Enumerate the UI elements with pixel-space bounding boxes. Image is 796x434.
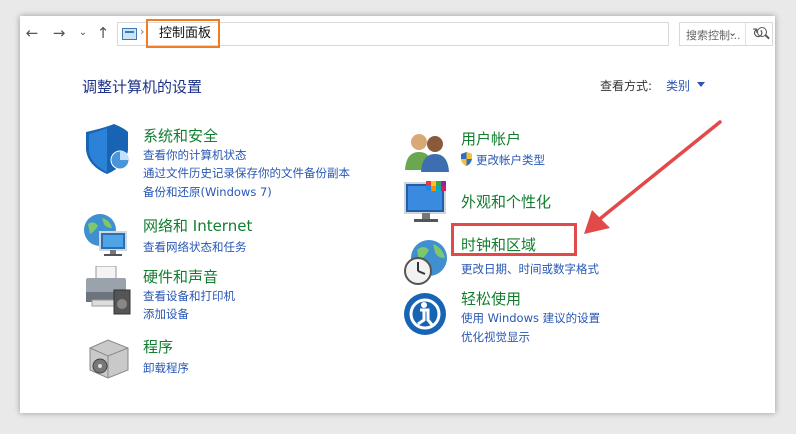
forward-arrow-icon[interactable]: → <box>51 25 67 41</box>
appearance-title[interactable]: 外观和个性化 <box>461 191 551 212</box>
ease-access-link-windows-settings[interactable]: 使用 Windows 建议的设置 <box>461 310 600 326</box>
red-annotation-arrow-icon <box>584 120 722 234</box>
shield-icon[interactable] <box>82 124 132 174</box>
search-box[interactable] <box>679 22 773 47</box>
network-internet-title[interactable]: 网络和 Internet <box>143 215 252 236</box>
ease-access-link-visual-display[interactable]: 优化视觉显示 <box>461 329 530 345</box>
programs-box-icon[interactable] <box>88 336 130 380</box>
user-accounts-link-change-type[interactable]: 更改帐户类型 <box>476 152 545 168</box>
programs-title[interactable]: 程序 <box>143 336 173 357</box>
breadcrumb-control-panel[interactable]: 控制面板 <box>146 19 220 48</box>
page-title: 调整计算机的设置 <box>82 78 203 96</box>
uac-shield-icon <box>461 152 472 166</box>
hardware-sound-title[interactable]: 硬件和声音 <box>143 266 218 287</box>
appearance-monitor-icon[interactable] <box>404 181 452 227</box>
system-security-title[interactable]: 系统和安全 <box>143 125 218 146</box>
breadcrumb-separator-icon[interactable]: › <box>140 25 144 38</box>
address-toolbar: ← → ⌄ ↑ › ⌄ ↻ 控制面板 <box>20 16 775 54</box>
network-link-status[interactable]: 查看网络状态和任务 <box>143 239 247 255</box>
printer-icon[interactable] <box>84 266 132 318</box>
user-accounts-title[interactable]: 用户帐户 <box>461 128 521 149</box>
system-security-link-file-history[interactable]: 通过文件历史记录保存你的文件备份副本 <box>143 165 350 181</box>
control-panel-icon <box>122 28 137 40</box>
back-arrow-icon[interactable]: ← <box>24 25 40 41</box>
network-globe-icon[interactable] <box>82 212 132 258</box>
system-security-link-backup[interactable]: 备份和还原(Windows 7) <box>143 184 272 200</box>
system-security-link-status[interactable]: 查看你的计算机状态 <box>143 147 247 163</box>
search-input[interactable] <box>680 23 764 47</box>
view-by-caret-icon[interactable] <box>697 82 705 87</box>
recent-locations-chevron-icon[interactable]: ⌄ <box>75 25 91 41</box>
view-by-dropdown[interactable]: 类别 <box>666 77 690 94</box>
up-arrow-icon[interactable]: ↑ <box>95 25 111 41</box>
programs-link-uninstall[interactable]: 卸载程序 <box>143 360 189 376</box>
hardware-link-add-device[interactable]: 添加设备 <box>143 306 189 322</box>
ease-of-access-title[interactable]: 轻松使用 <box>461 288 521 309</box>
search-icon[interactable] <box>757 27 767 37</box>
control-panel-window: ← → ⌄ ↑ › ⌄ ↻ 控制面板 调整计算机的设置 查看方式: 类别 系统和… <box>20 16 775 413</box>
ease-of-access-icon[interactable] <box>403 292 447 336</box>
clock-region-highlight-box <box>451 223 577 256</box>
users-icon[interactable] <box>404 130 450 172</box>
hardware-link-devices[interactable]: 查看设备和打印机 <box>143 288 235 304</box>
clock-region-link-formats[interactable]: 更改日期、时间或数字格式 <box>461 261 599 277</box>
view-by-label: 查看方式: <box>600 79 653 93</box>
clock-globe-icon[interactable] <box>401 238 449 286</box>
